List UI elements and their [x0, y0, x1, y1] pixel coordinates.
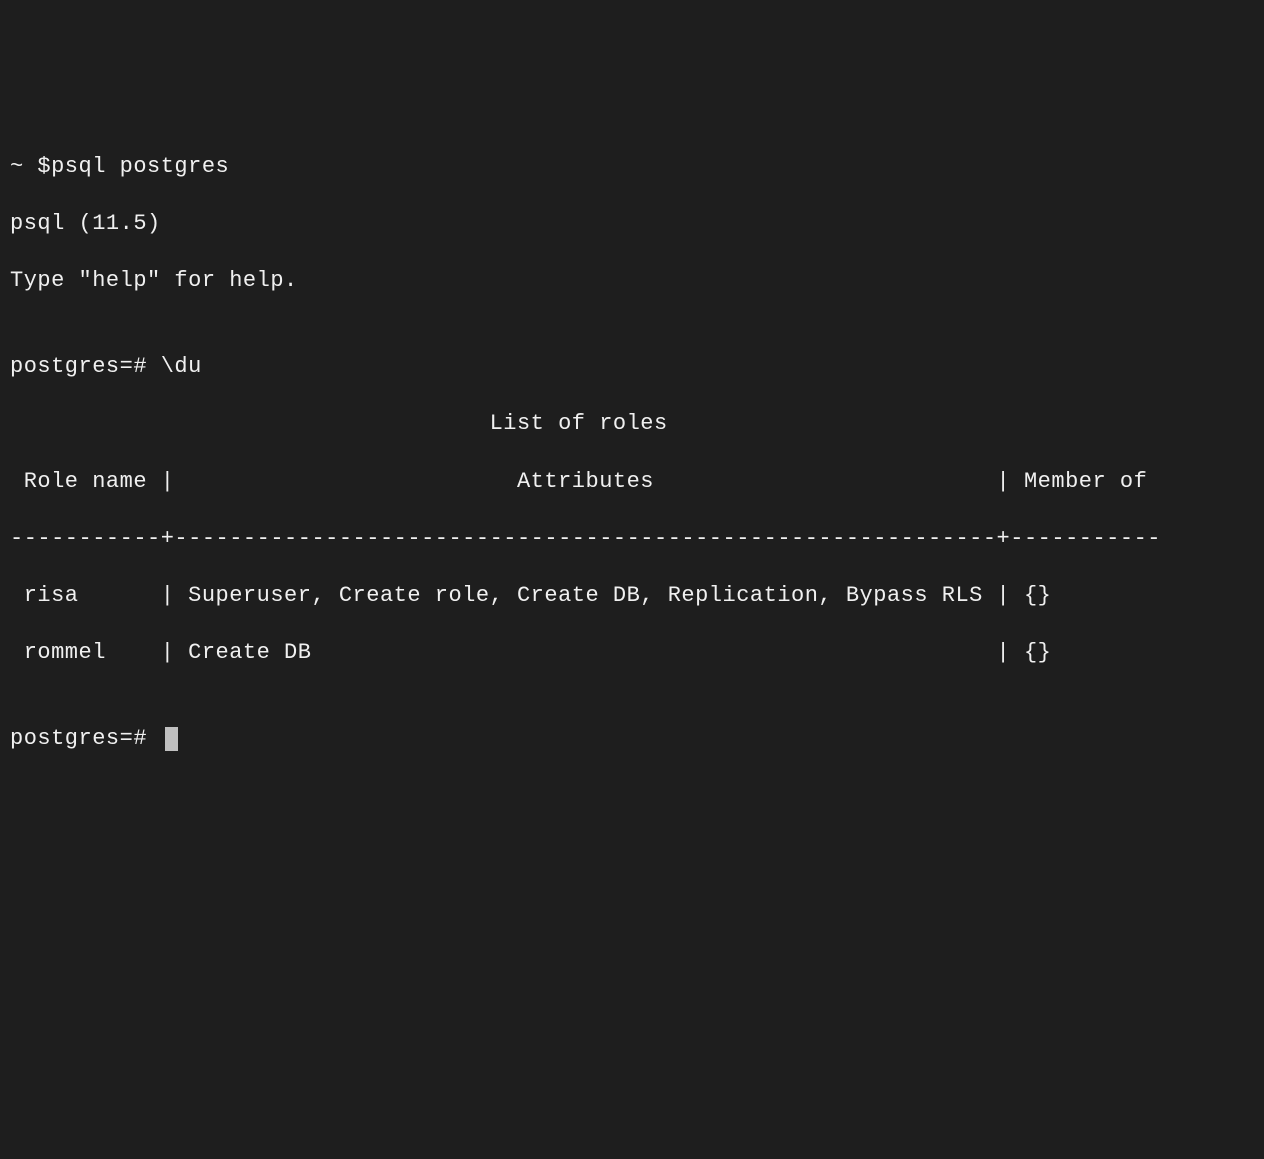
shell-command-line: ~ $psql postgres	[10, 153, 1254, 182]
terminal-window[interactable]: ~ $psql postgres psql (11.5) Type "help"…	[10, 124, 1254, 1016]
table-separator-line: -----------+----------------------------…	[10, 525, 1254, 554]
psql-du-command-line: postgres=# \du	[10, 353, 1254, 382]
table-row: rommel | Create DB | {}	[10, 639, 1254, 668]
psql-prompt-line[interactable]: postgres=#	[10, 725, 1254, 754]
table-row: risa | Superuser, Create role, Create DB…	[10, 582, 1254, 611]
help-hint-line: Type "help" for help.	[10, 267, 1254, 296]
table-header-line: Role name | Attributes | Member of	[10, 468, 1254, 497]
table-title-line: List of roles	[10, 410, 1254, 439]
psql-prompt-text: postgres=#	[10, 726, 161, 751]
psql-version-line: psql (11.5)	[10, 210, 1254, 239]
cursor-icon	[165, 727, 178, 751]
